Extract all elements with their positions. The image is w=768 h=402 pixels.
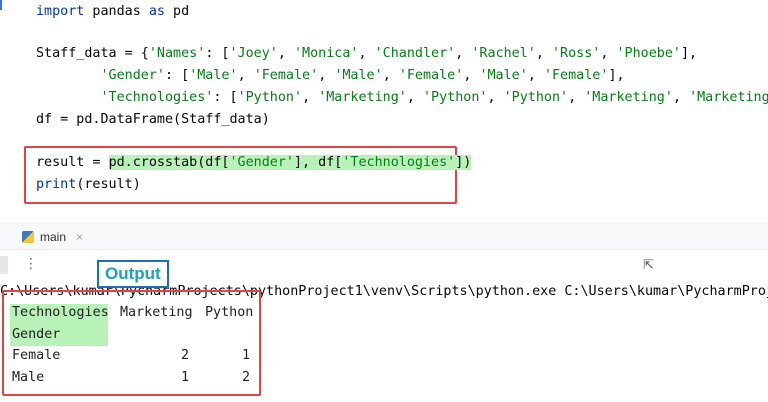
keyword-as: as [148,4,165,19]
string-literal: 'Female' [543,68,609,83]
code-text: , [600,46,617,61]
code-text: , [672,90,690,105]
close-icon[interactable]: × [76,230,83,244]
module-name: pandas [84,4,149,19]
more-options-icon[interactable]: ⋮ [24,256,38,272]
string-literal: 'Gender' [229,155,295,170]
code-text: : [ [213,90,238,105]
code-text: , [406,90,423,105]
string-literal: 'Joey' [229,46,278,61]
run-tool-window-tabs: main × [0,222,768,250]
code-text: ], [681,46,698,61]
code-line-9: print(result) [36,175,141,195]
code-text: ], [608,68,625,83]
string-literal: 'Marketing' [689,90,768,105]
python-file-icon [22,231,34,243]
run-tab-main[interactable]: main × [22,226,83,248]
string-literal: 'Ross' [552,46,601,61]
code-text: : [ [205,46,230,61]
code-text: , [237,68,254,83]
code-line-3: Staff_data = {'Names': ['Joey', 'Monica'… [36,44,697,64]
code-line-8: result = pd.crosstab(df['Gender'], df['T… [36,153,472,173]
code-text: df = pd.DataFrame(Staff_data) [36,112,270,127]
run-tab-label: main [40,230,67,244]
gutter-marker [0,0,2,10]
code-line-4: 'Gender': ['Male', 'Female', 'Male', 'Fe… [36,66,625,86]
code-text: , [527,68,544,83]
code-editor[interactable]: import pandas as pd Staff_data = {'Names… [0,0,768,212]
string-literal: 'Technologies' [342,155,456,170]
string-literal: 'Python' [423,90,488,105]
string-literal: 'Phoebe' [616,46,682,61]
console-strip [0,256,8,274]
string-literal: 'Names' [148,46,206,61]
code-line-1: import pandas as pd [36,2,189,22]
code-line-5: 'Technologies': ['Python', 'Marketing', … [36,88,768,108]
string-literal: 'Marketing' [318,90,407,105]
code-text: , [382,68,399,83]
code-text: , [535,46,552,61]
mouse-cursor-icon: ⇱ [643,258,654,273]
string-literal: 'Male' [479,68,528,83]
keyword-import: import [36,4,85,19]
string-literal: 'Female' [253,68,319,83]
string-literal: 'Python' [237,90,303,105]
string-literal: 'Monica' [294,46,359,61]
string-literal: 'Gender' [100,68,166,83]
output-label: Output [97,260,169,288]
code-text: , [318,68,335,83]
string-literal: 'Female' [398,68,464,83]
code-text: , [277,46,294,61]
string-literal: 'Python' [503,90,569,105]
code-text: (result) [76,177,141,192]
code-text: result = [36,155,109,170]
code-text: , [358,46,375,61]
code-text: pd.crosstab(df[ [108,155,230,170]
string-literal: 'Marketing' [584,90,673,105]
code-text: ], df[ [294,155,343,170]
builtin-print: print [36,177,77,192]
module-alias: pd [165,4,190,19]
string-literal: 'Technologies' [100,90,214,105]
code-text: , [487,90,504,105]
code-line-6: df = pd.DataFrame(Staff_data) [36,110,270,130]
code-text: ]) [455,155,472,170]
string-literal: 'Male' [334,68,383,83]
code-text: , [463,68,480,83]
code-text: , [568,90,585,105]
string-literal: 'Chandler' [374,46,456,61]
string-literal: 'Rachel' [471,46,536,61]
code-text: , [302,90,319,105]
code-text: Staff_data = { [36,46,149,61]
code-text: , [455,46,472,61]
code-text: : [ [165,68,190,83]
highlight-box-output [2,290,261,396]
string-literal: 'Male' [189,68,238,83]
